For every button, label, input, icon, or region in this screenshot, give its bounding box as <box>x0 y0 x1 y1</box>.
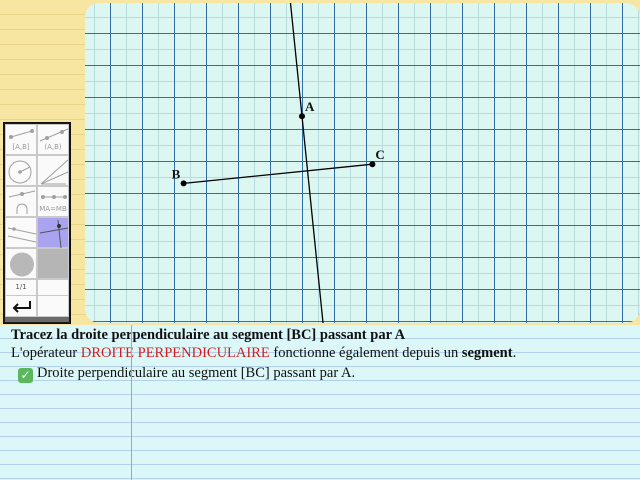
midpoint-icon <box>41 195 67 199</box>
result-line: ✓ Droite perpendiculaire au segment [BC] … <box>18 365 355 383</box>
segment-icon <box>9 129 34 139</box>
segment-bc[interactable] <box>183 163 373 185</box>
point-b[interactable] <box>180 180 187 187</box>
point-b-label: B <box>172 166 181 181</box>
result-text: Droite perpendiculaire au segment [BC] p… <box>37 365 356 381</box>
geometry-canvas[interactable]: A B C <box>85 3 640 323</box>
line-tool-label: (A,B) <box>44 143 62 151</box>
perpendicular-tool[interactable] <box>37 217 69 249</box>
info-prefix: L'opérateur <box>11 345 81 361</box>
perpendicular-icon <box>39 219 69 249</box>
instructions-panel: Tracez la droite perpendiculaire au segm… <box>0 325 640 480</box>
tool-palette: [A,B] (A,B) MA=MB 1/1 <box>3 122 71 324</box>
undo-arrow-icon <box>12 301 31 313</box>
info-middle: fonctionne également depuis un <box>269 345 462 361</box>
fill-tool[interactable] <box>37 248 69 279</box>
perpendicular-line[interactable] <box>289 3 324 323</box>
midpoint-tool[interactable]: MA=MB <box>37 186 69 217</box>
margin-line <box>131 325 132 480</box>
arc-icon <box>8 190 36 214</box>
circle-tool[interactable] <box>5 155 37 186</box>
segment-tool[interactable]: [A,B] <box>5 124 37 155</box>
circle-icon <box>8 160 32 184</box>
task-title: Tracez la droite perpendiculaire au segm… <box>11 327 406 343</box>
operator-info: L'opérateur DROITE PERPENDICULAIRE fonct… <box>11 345 516 362</box>
line-tool[interactable]: (A,B) <box>37 124 69 155</box>
point-c-label: C <box>375 147 384 162</box>
parallel-tool[interactable] <box>5 217 37 248</box>
operator-name: DROITE PERPENDICULAIRE <box>80 345 270 361</box>
angle-tool[interactable] <box>37 155 69 186</box>
info-suffix: . <box>512 345 517 361</box>
toolbar-status-bar <box>5 317 69 322</box>
info-bold: segment <box>461 345 513 361</box>
color-tool[interactable] <box>5 248 37 279</box>
segment-tool-label: [A,B] <box>12 143 30 151</box>
page-indicator-label: 1/1 <box>15 283 27 291</box>
parallel-lines-icon <box>7 227 37 243</box>
angle-rays-icon <box>40 159 69 185</box>
midpoint-tool-label: MA=MB <box>39 205 67 213</box>
line-icon <box>39 128 69 142</box>
figure: A B C <box>172 3 385 323</box>
empty-tool-slot <box>37 295 69 317</box>
grey-disc-icon <box>10 252 34 277</box>
point-a-label: A <box>305 99 315 114</box>
arc-tool[interactable] <box>5 186 37 217</box>
check-icon: ✓ <box>18 368 33 383</box>
undo-button[interactable] <box>5 295 37 317</box>
